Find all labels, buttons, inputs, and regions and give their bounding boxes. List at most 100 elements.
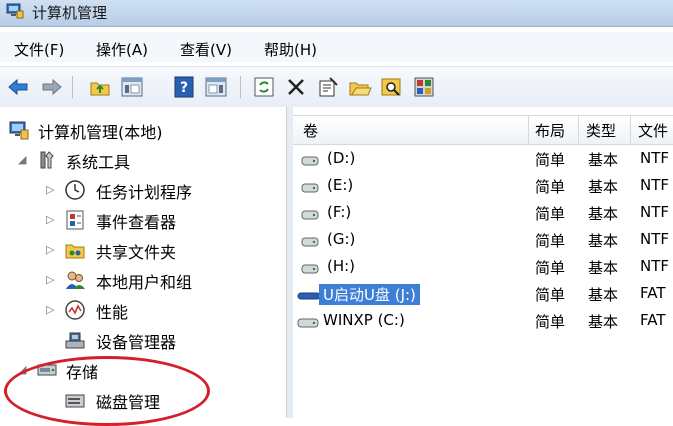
collapsed-arrow-icon[interactable]: ▷ bbox=[46, 213, 54, 226]
refresh-icon[interactable] bbox=[252, 75, 276, 99]
table-row[interactable]: (G:) 简单 基本 NTF bbox=[293, 227, 673, 253]
event-log-icon bbox=[64, 209, 86, 231]
volume-layout: 简单 bbox=[535, 313, 566, 331]
volume-type: 基本 bbox=[588, 178, 619, 196]
volume-name: WINXP (C:) bbox=[323, 311, 405, 329]
computer-management-icon bbox=[8, 119, 30, 141]
volume-list: 卷 布局 类型 文件 (D:) 简单 基本 NTF (E:) 简单 基本 NTF… bbox=[293, 107, 673, 418]
clock-icon bbox=[64, 179, 86, 201]
collapsed-arrow-icon[interactable]: ▷ bbox=[46, 273, 54, 286]
computer-management-icon bbox=[6, 3, 24, 19]
column-header-layout[interactable]: 布局 bbox=[535, 120, 565, 141]
table-row[interactable]: (D:) 简单 基本 NTF bbox=[293, 146, 673, 172]
toolbar: ? bbox=[0, 66, 673, 108]
volume-layout: 简单 bbox=[535, 151, 566, 169]
volume-name: (H:) bbox=[327, 257, 356, 275]
help-icon[interactable]: ? bbox=[172, 75, 196, 99]
toolbar-separator bbox=[72, 76, 73, 98]
tree-label: 设备管理器 bbox=[96, 333, 177, 352]
drive-icon bbox=[301, 180, 319, 193]
volume-layout: 简单 bbox=[535, 178, 566, 196]
volume-type: 基本 bbox=[588, 286, 619, 304]
tree-item-computer-management[interactable]: 计算机管理(本地) bbox=[0, 117, 286, 143]
volume-filesystem: NTF bbox=[640, 176, 670, 194]
column-divider[interactable] bbox=[578, 116, 579, 144]
title-bar: 计算机管理 bbox=[0, 0, 673, 27]
collapsed-arrow-icon[interactable]: ▷ bbox=[46, 303, 54, 316]
volume-type: 基本 bbox=[588, 232, 619, 250]
volume-layout: 简单 bbox=[535, 205, 566, 223]
tree-item-system-tools[interactable]: ◢ 系统工具 bbox=[0, 147, 286, 173]
collapsed-arrow-icon[interactable]: ▷ bbox=[46, 183, 54, 196]
menu-file[interactable]: 文件(F) bbox=[14, 39, 64, 60]
drive-icon bbox=[301, 207, 319, 220]
volume-layout: 简单 bbox=[535, 259, 566, 277]
column-header-type[interactable]: 类型 bbox=[586, 120, 616, 141]
volume-filesystem: NTF bbox=[640, 149, 670, 167]
shared-folder-icon bbox=[64, 239, 86, 261]
table-row[interactable]: (E:) 简单 基本 NTF bbox=[293, 173, 673, 199]
menu-action[interactable]: 操作(A) bbox=[96, 39, 148, 60]
properties-pane-icon[interactable] bbox=[204, 75, 228, 99]
menu-help[interactable]: 帮助(H) bbox=[264, 39, 317, 60]
tree-item-device-manager[interactable]: 设备管理器 bbox=[0, 327, 286, 353]
up-folder-icon[interactable] bbox=[88, 75, 112, 99]
menu-bar: 文件(F) 操作(A) 查看(V) 帮助(H) bbox=[0, 32, 673, 62]
delete-icon[interactable] bbox=[284, 75, 308, 99]
volume-name: U启动U盘 (J:) bbox=[319, 284, 420, 305]
column-header-volume[interactable]: 卷 bbox=[303, 120, 318, 141]
volume-type: 基本 bbox=[588, 259, 619, 277]
table-row[interactable]: (H:) 简单 基本 NTF bbox=[293, 254, 673, 280]
show-hide-tree-icon[interactable] bbox=[120, 75, 144, 99]
volume-name: (E:) bbox=[327, 176, 354, 194]
tree-item-local-users-groups[interactable]: ▷ 本地用户和组 bbox=[0, 267, 286, 293]
table-row[interactable]: (F:) 简单 基本 NTF bbox=[293, 200, 673, 226]
table-row[interactable]: WINXP (C:) 简单 基本 FAT bbox=[293, 308, 673, 334]
column-header-filesystem[interactable]: 文件 bbox=[638, 120, 668, 141]
volume-name: (F:) bbox=[327, 203, 352, 221]
back-arrow-icon[interactable] bbox=[6, 75, 30, 99]
menu-view[interactable]: 查看(V) bbox=[180, 39, 232, 60]
tree-label: 任务计划程序 bbox=[96, 183, 193, 202]
volume-layout: 简单 bbox=[535, 232, 566, 250]
drive-icon bbox=[301, 153, 319, 166]
expanded-arrow-icon[interactable]: ◢ bbox=[18, 153, 26, 166]
column-divider[interactable] bbox=[630, 116, 631, 144]
tree-label: 性能 bbox=[96, 303, 129, 322]
search-icon[interactable] bbox=[380, 75, 404, 99]
tools-icon bbox=[36, 149, 58, 171]
drive-icon bbox=[301, 234, 319, 247]
tree-label: 事件查看器 bbox=[96, 213, 177, 232]
drive-icon bbox=[301, 261, 319, 274]
drive-icon bbox=[297, 315, 321, 328]
tree-item-performance[interactable]: ▷ 性能 bbox=[0, 297, 286, 323]
disk-action-icon[interactable] bbox=[412, 75, 436, 99]
column-divider[interactable] bbox=[528, 116, 529, 144]
device-manager-icon bbox=[64, 329, 86, 351]
list-header: 卷 布局 类型 文件 bbox=[293, 115, 673, 145]
users-icon bbox=[64, 269, 86, 291]
usb-drive-icon bbox=[297, 288, 321, 300]
volume-name: (D:) bbox=[327, 149, 356, 167]
forward-arrow-icon[interactable] bbox=[40, 75, 64, 99]
volume-filesystem: NTF bbox=[640, 230, 670, 248]
table-row-selected[interactable]: U启动U盘 (J:) 简单 基本 FAT bbox=[293, 281, 673, 307]
volume-filesystem: FAT bbox=[640, 284, 666, 302]
toolbar-separator bbox=[240, 76, 241, 98]
tree-item-event-viewer[interactable]: ▷ 事件查看器 bbox=[0, 207, 286, 233]
svg-text:?: ? bbox=[180, 80, 188, 96]
tree-item-shared-folders[interactable]: ▷ 共享文件夹 bbox=[0, 237, 286, 263]
performance-icon bbox=[64, 299, 86, 321]
volume-filesystem: NTF bbox=[640, 203, 670, 221]
collapsed-arrow-icon[interactable]: ▷ bbox=[46, 243, 54, 256]
volume-filesystem: FAT bbox=[640, 311, 666, 329]
volume-type: 基本 bbox=[588, 205, 619, 223]
properties-icon[interactable] bbox=[316, 75, 340, 99]
tree-item-task-scheduler[interactable]: ▷ 任务计划程序 bbox=[0, 177, 286, 203]
window-title: 计算机管理 bbox=[32, 4, 108, 22]
annotation-ring bbox=[4, 356, 210, 426]
volume-type: 基本 bbox=[588, 151, 619, 169]
volume-filesystem: NTF bbox=[640, 257, 670, 275]
volume-name: (G:) bbox=[327, 230, 356, 248]
open-folder-icon[interactable] bbox=[348, 75, 372, 99]
